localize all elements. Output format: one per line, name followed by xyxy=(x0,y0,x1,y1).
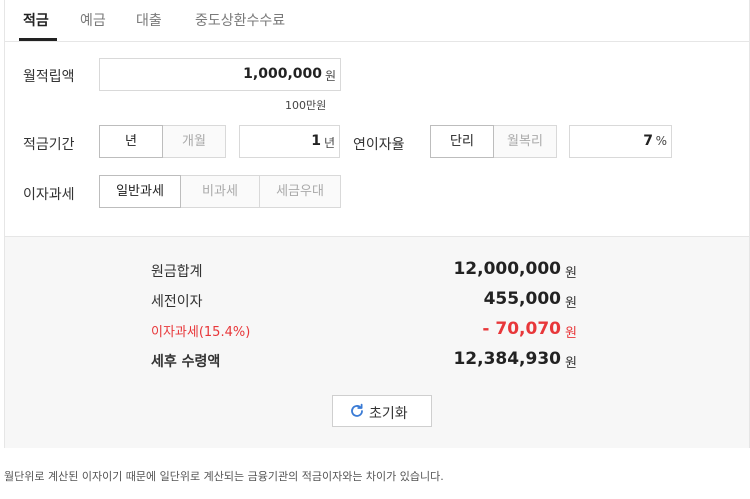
result-tax-unit: 원 xyxy=(565,326,577,341)
rate-type-compound[interactable]: 월복리 xyxy=(493,125,557,158)
result-pretax-interest-value: 455,000 xyxy=(483,289,561,309)
monthly-deposit-value: 1,000,000 xyxy=(243,66,322,82)
result-pretax-interest-label: 세전이자 xyxy=(151,294,203,310)
refresh-icon xyxy=(351,403,363,417)
period-unit-month[interactable]: 개월 xyxy=(162,125,226,158)
period-value: 1 xyxy=(311,133,321,149)
result-aftertax-unit: 원 xyxy=(565,356,577,371)
period-unit: 년 xyxy=(323,136,335,150)
monthly-deposit-hint: 100만원 xyxy=(285,99,327,112)
reset-button[interactable]: 초기화 xyxy=(332,395,432,427)
monthly-deposit-input[interactable]: 1,000,000 원 xyxy=(99,58,341,91)
period-label: 적금기간 xyxy=(23,137,75,153)
period-unit-year[interactable]: 년 xyxy=(99,125,163,158)
interest-rate-unit: % xyxy=(655,134,667,148)
result-aftertax-label: 세후 수령액 xyxy=(151,354,221,370)
result-aftertax-value: 12,384,930 xyxy=(453,349,561,369)
tab-loan[interactable]: 대출 xyxy=(136,10,162,30)
calculator-panel: 적금 예금 대출 중도상환수수료 월적립액 1,000,000 원 100만원 … xyxy=(4,0,750,448)
interest-rate-label: 연이자율 xyxy=(353,137,405,153)
period-input[interactable]: 1 년 xyxy=(239,125,340,158)
tax-option-exempt[interactable]: 비과세 xyxy=(180,175,260,208)
rate-type-simple[interactable]: 단리 xyxy=(430,125,494,158)
active-tab-indicator xyxy=(19,38,57,41)
result-tax-value: - 70,070 xyxy=(482,319,561,339)
result-principal-unit: 원 xyxy=(565,266,577,281)
tab-prepayment-fee[interactable]: 중도상환수수료 xyxy=(195,10,285,30)
disclaimer-note: 월단위로 계산된 이자이기 때문에 일단위로 계산되는 금융기관의 적금이자와는… xyxy=(4,470,444,483)
interest-rate-input[interactable]: 7 % xyxy=(569,125,672,158)
result-tax-label: 이자과세(15.4%) xyxy=(151,325,251,340)
tab-savings[interactable]: 적금 xyxy=(23,10,49,30)
tab-bar: 적금 예금 대출 중도상환수수료 xyxy=(5,0,749,42)
monthly-deposit-label: 월적립액 xyxy=(23,69,75,85)
reset-button-label: 초기화 xyxy=(369,406,408,422)
interest-rate-value: 7 xyxy=(643,133,653,149)
tab-deposit[interactable]: 예금 xyxy=(80,10,106,30)
result-principal-value: 12,000,000 xyxy=(453,259,561,279)
monthly-deposit-unit: 원 xyxy=(324,69,336,83)
result-principal-label: 원금합계 xyxy=(151,264,203,280)
result-pretax-interest-unit: 원 xyxy=(565,296,577,311)
tax-option-preferential[interactable]: 세금우대 xyxy=(259,175,341,208)
tax-option-general[interactable]: 일반과세 xyxy=(99,175,181,208)
tax-label: 이자과세 xyxy=(23,187,75,203)
result-panel: 원금합계 12,000,000 원 세전이자 455,000 원 이자과세(15… xyxy=(5,236,749,448)
